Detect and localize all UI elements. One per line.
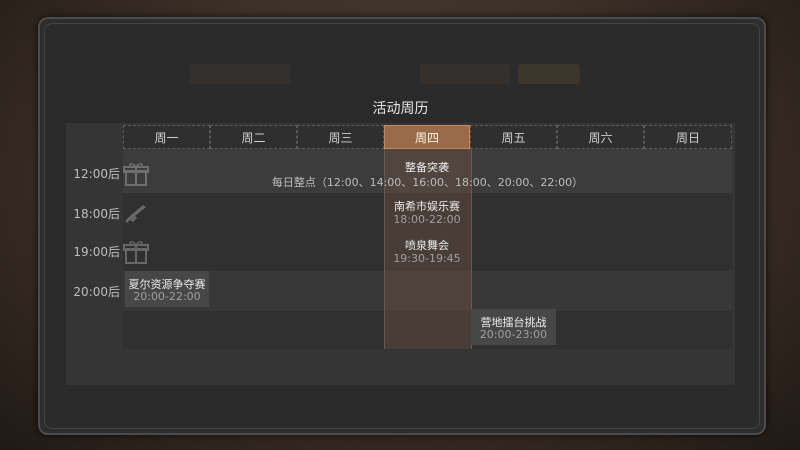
time-label: 12:00后	[73, 167, 120, 181]
event-title-nancy-match[interactable]: 南希市娱乐赛	[384, 198, 470, 214]
background-tab	[518, 64, 580, 84]
time-label: 19:00后	[73, 245, 120, 259]
gift-icon	[123, 241, 149, 264]
event-time-nancy-match: 18:00-22:00	[393, 213, 461, 226]
day-header-fri[interactable]: 周五	[470, 125, 557, 149]
event-schedule-raid: 每日整点（12:00、14:00、16:00、18:00、20:00、22:00…	[271, 176, 584, 189]
day-header-mon[interactable]: 周一	[123, 125, 210, 149]
event-time-fountain-dance: 19:30-19:45	[393, 252, 461, 265]
event-time-resource-battle: 20:00-22:00	[133, 290, 201, 303]
time-label: 18:00后	[73, 207, 120, 221]
background-tab	[420, 64, 510, 84]
day-header-wed[interactable]: 周三	[297, 125, 384, 149]
day-header-tue[interactable]: 周二	[210, 125, 297, 149]
day-header-sun[interactable]: 周日	[644, 125, 732, 149]
event-title-fountain-dance[interactable]: 喷泉舞会	[384, 237, 470, 253]
day-header-thu[interactable]: 周四	[384, 125, 470, 149]
rifle-icon	[125, 205, 146, 223]
time-label: 20:00后	[73, 285, 120, 299]
activity-calendar-panel: 活动周历 周一 周二 周三 周四 周五 周六 周日 12:00后 18:00后 …	[66, 95, 735, 385]
event-title-raid[interactable]: 整备突袭	[384, 159, 470, 175]
day-header-sat[interactable]: 周六	[557, 125, 644, 149]
panel-title: 活动周历	[66, 95, 735, 123]
background-tab	[190, 64, 290, 84]
event-time-arena-challenge: 20:00-23:00	[479, 328, 548, 341]
